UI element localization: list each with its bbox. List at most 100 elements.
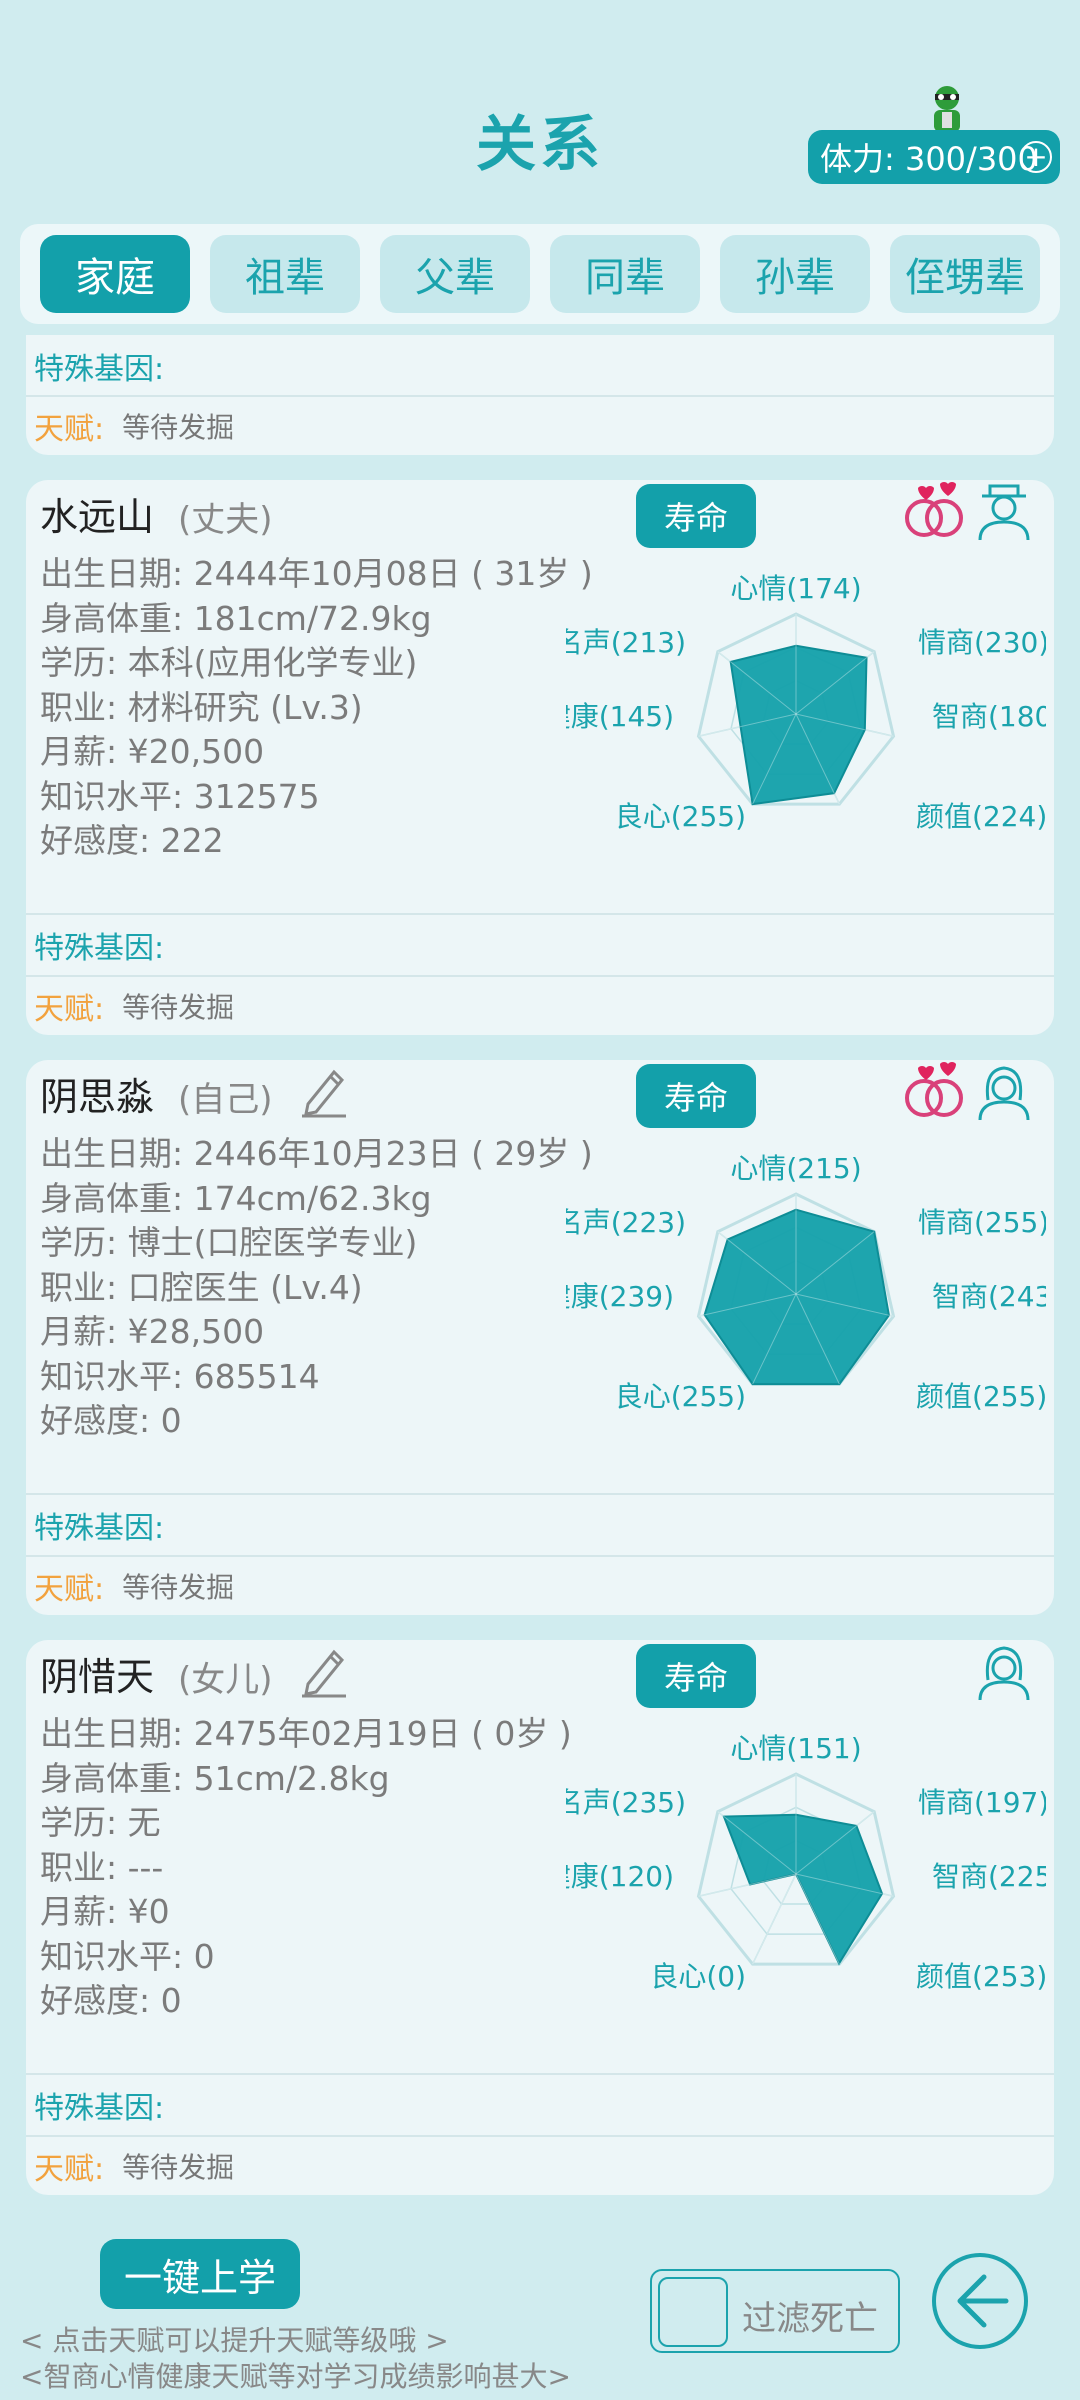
talent-row[interactable]: 天赋: 等待发掘 (26, 1555, 1054, 1615)
radar-axis-overlay (752, 1873, 797, 1965)
talent-row[interactable]: 天赋: 等待发掘 (26, 2135, 1054, 2195)
radar-label: 情商(197) (918, 1786, 1046, 1819)
birth-date: 出生日期: 2475年02月19日 ( 0岁 ) (40, 1714, 572, 1753)
occupation: 职业: 材料研究 (Lv.3) (40, 687, 363, 727)
special-gene-label: 特殊基因: (34, 931, 165, 966)
person-info: 出生日期: 2444年10月08日 ( 31岁 ) 身高体重: 181cm/72… (40, 552, 593, 864)
filter-label: 过滤死亡 (742, 2299, 878, 2339)
radar-label: 良心(255) (615, 800, 746, 833)
person-info: 出生日期: 2446年10月23日 ( 29岁 ) 身高体重: 174cm/62… (40, 1132, 593, 1444)
occupation: 职业: --- (40, 1847, 164, 1887)
hint-text: < 点击天赋可以提升天赋等级哦 > (20, 2324, 449, 2357)
edit-name-icon[interactable] (296, 1644, 350, 1698)
header: 关系 体力: 300/300 + (0, 0, 1080, 220)
talent-value: 等待发掘 (122, 1571, 235, 1604)
stamina-text: 体力: 300/300 (820, 140, 1038, 178)
height-weight: 身高体重: 174cm/62.3kg (40, 1178, 432, 1218)
occupation: 职业: 口腔医生 (Lv.4) (40, 1267, 363, 1307)
special-gene-label: 特殊基因: (34, 2091, 165, 2126)
person-name: 水远山 (40, 495, 155, 539)
radar-label: 心情(215) (730, 1152, 861, 1185)
radar-label: 智商(243) (932, 1280, 1046, 1313)
talent-value: 等待发掘 (122, 2151, 235, 2184)
radar-label: 名声(213) (566, 626, 686, 659)
edit-name-icon[interactable] (296, 1064, 350, 1118)
tab-parents[interactable]: 父辈 (380, 235, 530, 313)
tab-grandparents[interactable]: 祖辈 (210, 235, 360, 313)
talent-label: 天赋: (34, 1572, 105, 1607)
radar-label: 智商(225) (932, 1860, 1046, 1893)
radar-label: 颜值(255) (916, 1380, 1046, 1413)
family-list[interactable]: 特殊基因: 天赋: 等待发掘 水远山 (丈夫) 寿命 出生日期: 2444年10… (20, 335, 1060, 2215)
favorability: 好感度: 0 (40, 1401, 182, 1440)
special-gene-label: 特殊基因: (34, 1511, 165, 1546)
radar-area (729, 644, 868, 806)
lifespan-button[interactable]: 寿命 (636, 484, 756, 548)
special-gene-row[interactable]: 特殊基因: (26, 913, 1054, 975)
person-card[interactable]: 阴思淼 (自己) 寿命 出生日期: 2446年10月23日 ( 29岁 ) 身高… (26, 1060, 1054, 1615)
stats-radar-chart: 心情(151) 情商(197) 智商(225) 颜值(253) 良心(0) 健康(120)… (566, 1732, 1046, 1993)
height-weight: 身高体重: 51cm/2.8kg (40, 1758, 390, 1798)
person-relation: (自己) (178, 1080, 273, 1120)
one-click-school-button[interactable]: 一键上学 (100, 2239, 300, 2309)
birth-date: 出生日期: 2446年10月23日 ( 29岁 ) (40, 1134, 593, 1173)
radar-label: 名声(223) (566, 1206, 686, 1239)
knowledge-level: 知识水平: 0 (40, 1936, 215, 1976)
talent-label: 天赋: (34, 412, 105, 447)
education: 学历: 博士(口腔医学专业) (40, 1223, 418, 1262)
marriage-rings-icon (905, 482, 963, 537)
talent-row[interactable]: 天赋: 等待发掘 (26, 975, 1054, 1035)
radar-label: 名声(235) (566, 1786, 686, 1819)
radar-label: 智商(180) (932, 700, 1046, 733)
player-avatar-icon[interactable] (924, 84, 970, 134)
education: 学历: 本科(应用化学专业) (40, 643, 418, 682)
salary: 月薪: ¥0 (40, 1892, 170, 1931)
tab-grandchildren[interactable]: 孙辈 (720, 235, 870, 313)
radar-label: 情商(255) (918, 1206, 1046, 1239)
radar-label: 颜值(253) (916, 1960, 1046, 1993)
male-avatar-icon (978, 484, 1030, 541)
radar-label: 健康(120) (566, 1860, 674, 1893)
special-gene-row[interactable]: 特殊基因: (26, 2073, 1054, 2135)
talent-value: 等待发掘 (122, 991, 235, 1024)
female-avatar-icon (978, 1646, 1030, 1701)
person-name: 阴惜天 (40, 1655, 155, 1699)
stats-radar-chart: 心情(174) 情商(230) 智商(180) 颜值(224) 良心(255) 健康(14… (566, 572, 1046, 833)
talent-label: 天赋: (34, 2152, 105, 2187)
special-gene-row[interactable]: 特殊基因: (26, 335, 1054, 397)
tab-peers[interactable]: 同辈 (550, 235, 700, 313)
radar-label: 健康(239) (566, 1280, 674, 1313)
lifespan-button[interactable]: 寿命 (636, 1644, 756, 1708)
salary: 月薪: ¥28,500 (40, 1312, 265, 1351)
education: 学历: 无 (40, 1803, 161, 1842)
stamina-indicator: 体力: 300/300 + (808, 130, 1060, 184)
special-gene-row[interactable]: 特殊基因: (26, 1493, 1054, 1555)
favorability: 好感度: 0 (40, 1981, 182, 2020)
talent-row[interactable]: 天赋: 等待发掘 (26, 395, 1054, 455)
knowledge-level: 知识水平: 312575 (40, 776, 320, 816)
talent-value: 等待发掘 (122, 411, 235, 444)
radar-label: 良心(255) (615, 1380, 746, 1413)
radar-label: 心情(151) (730, 1732, 861, 1765)
add-stamina-icon[interactable]: + (1020, 141, 1052, 173)
back-arrow-icon[interactable] (930, 2251, 1030, 2351)
talent-label: 天赋: (34, 992, 105, 1027)
birth-date: 出生日期: 2444年10月08日 ( 31岁 ) (40, 554, 593, 593)
person-card[interactable]: 阴惜天 (女儿) 寿命 出生日期: 2475年02月19日 ( 0岁 ) 身高体… (26, 1640, 1054, 2195)
marriage-rings-icon (905, 1062, 963, 1117)
lifespan-button[interactable]: 寿命 (636, 1064, 756, 1128)
tab-family[interactable]: 家庭 (40, 235, 190, 313)
person-card[interactable]: 水远山 (丈夫) 寿命 出生日期: 2444年10月08日 ( 31岁 ) 身高… (26, 480, 1054, 1035)
person-name: 阴思淼 (40, 1075, 155, 1119)
person-relation: (丈夫) (178, 500, 273, 540)
radar-label: 心情(174) (730, 572, 861, 605)
salary: 月薪: ¥20,500 (40, 732, 265, 771)
filter-checkbox[interactable] (658, 2277, 728, 2347)
person-info: 出生日期: 2475年02月19日 ( 0岁 ) 身高体重: 51cm/2.8k… (40, 1712, 572, 2024)
tab-nephews[interactable]: 侄甥辈 (890, 235, 1040, 313)
radar-label: 健康(145) (566, 700, 674, 733)
filter-dead-toggle[interactable]: 过滤死亡 (650, 2269, 900, 2353)
female-avatar-icon (978, 1066, 1030, 1121)
knowledge-level: 知识水平: 685514 (40, 1356, 320, 1396)
radar-label: 颜值(224) (916, 800, 1046, 833)
